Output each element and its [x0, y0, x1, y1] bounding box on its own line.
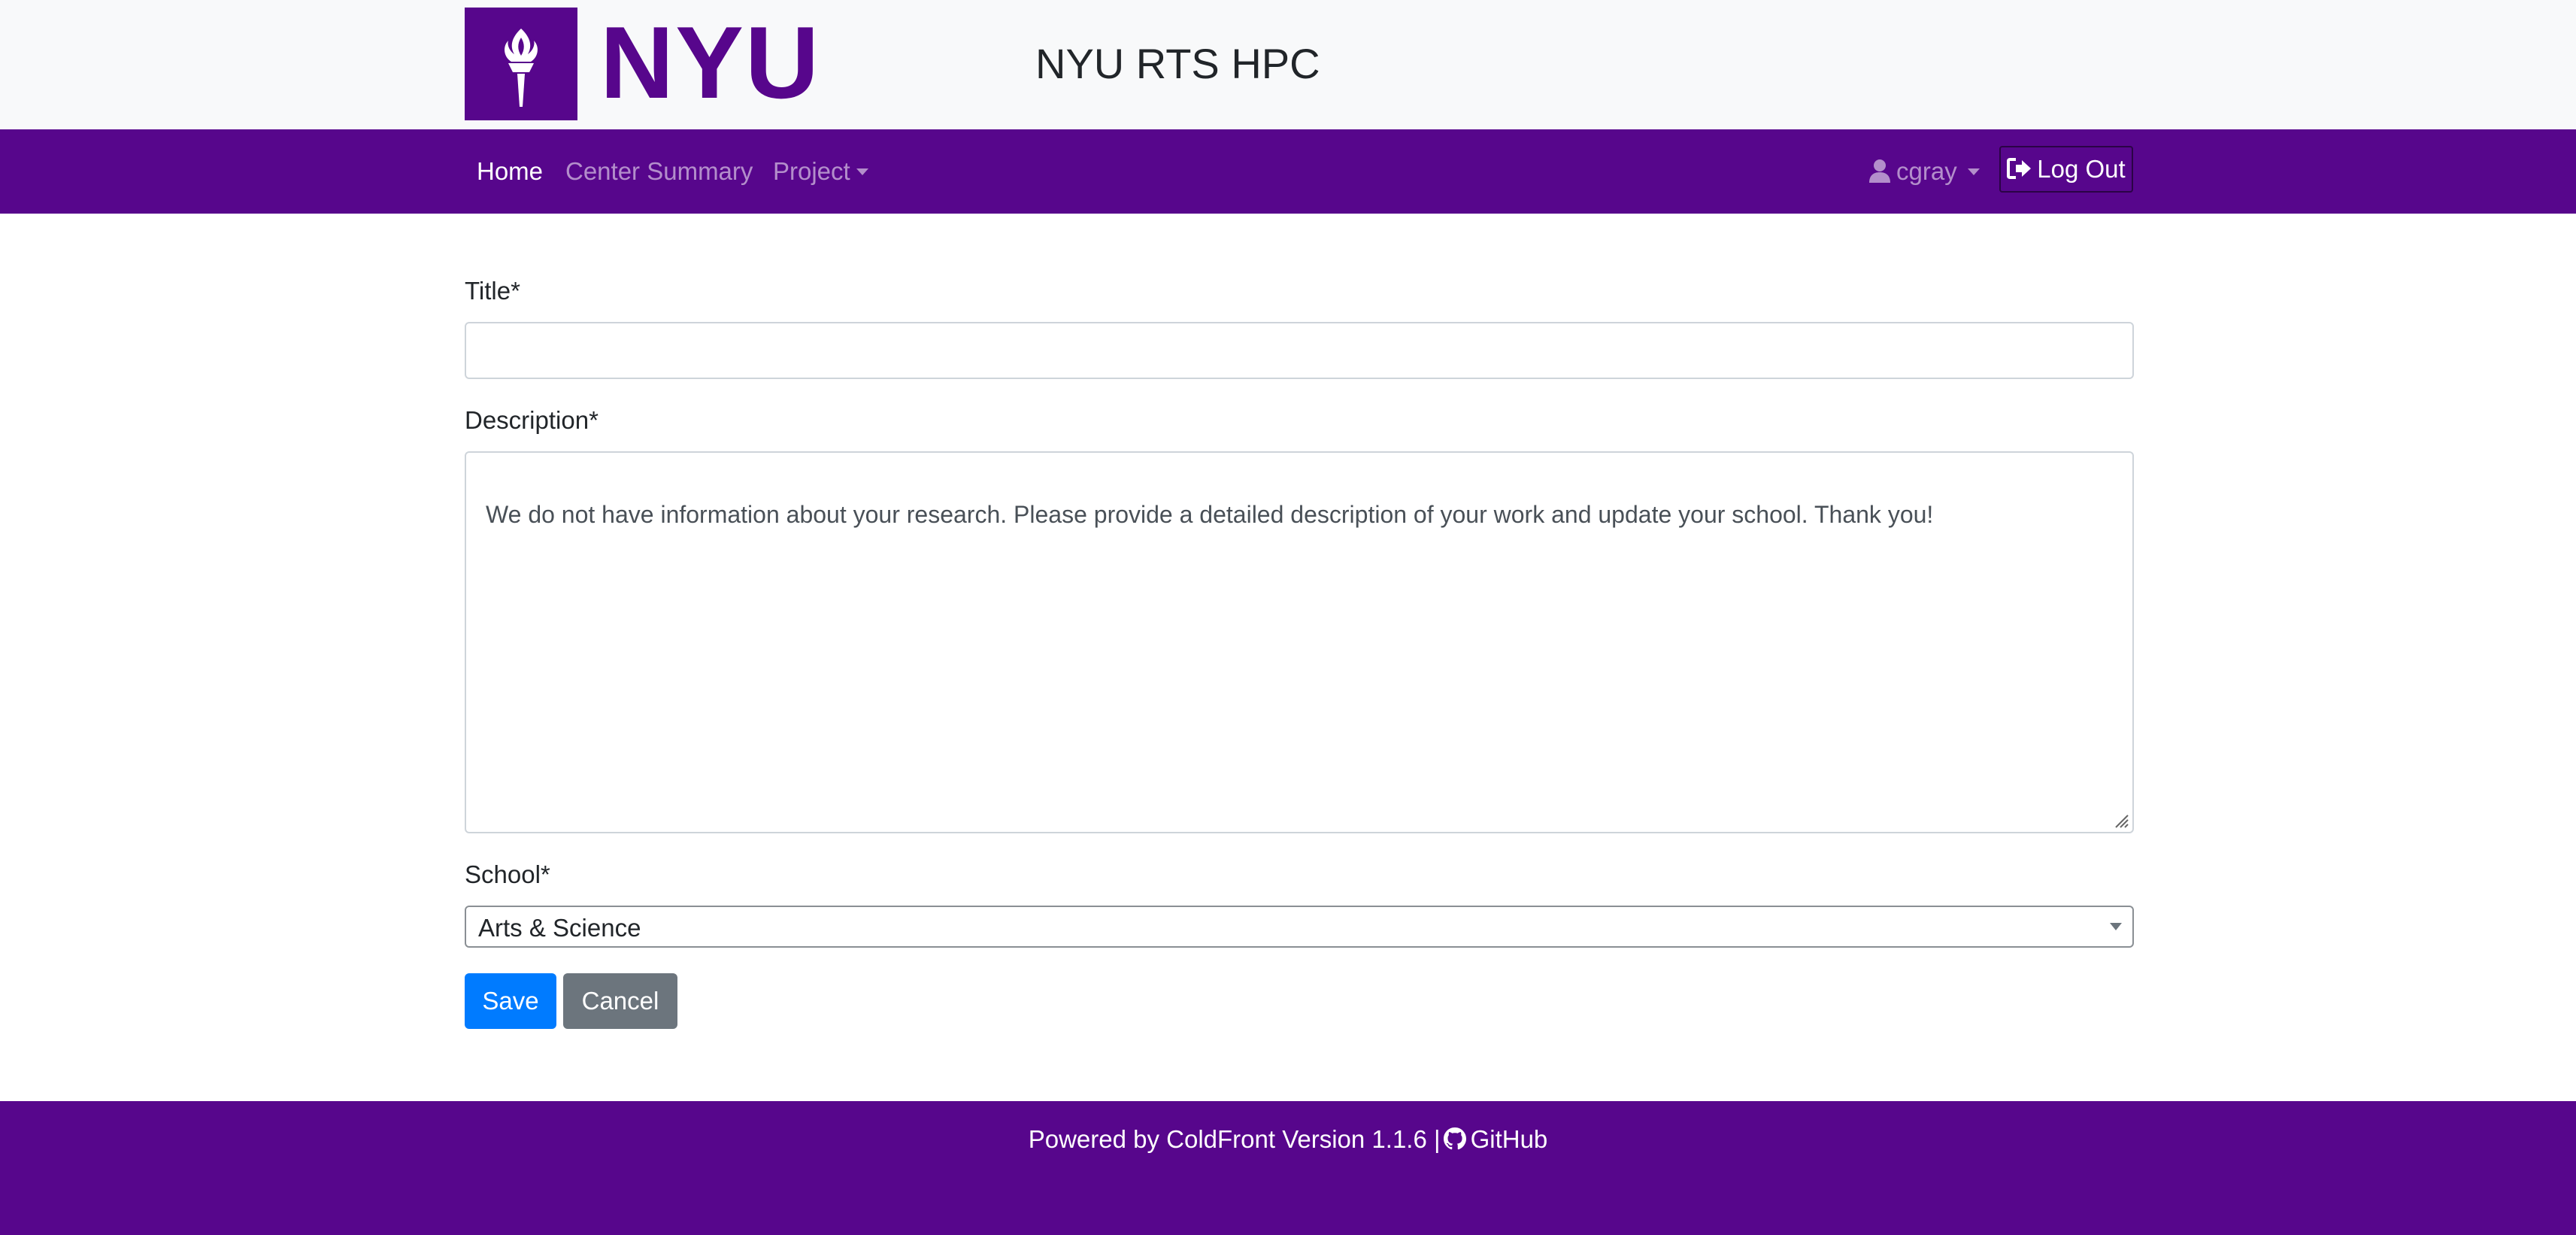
nav-project-dropdown[interactable]: Project: [773, 129, 868, 214]
logout-button[interactable]: Log Out: [1999, 146, 2133, 193]
github-link[interactable]: GitHub: [1471, 1125, 1548, 1153]
torch-icon: [505, 29, 538, 107]
cancel-button[interactable]: Cancel: [563, 973, 677, 1029]
user-menu-dropdown[interactable]: cgray: [1869, 129, 1980, 214]
description-text: We do not have information about your re…: [486, 501, 1934, 528]
nav-center-summary[interactable]: Center Summary: [565, 129, 753, 214]
chevron-down-icon: [1967, 168, 1980, 175]
school-label: School*: [465, 860, 550, 888]
github-icon: [1443, 1127, 1466, 1150]
nav-project-label: Project: [773, 157, 850, 185]
title-label: Title*: [465, 277, 520, 305]
chevron-down-icon: [2110, 923, 2122, 930]
logout-label: Log Out: [2037, 155, 2126, 183]
nyu-torch-logo[interactable]: [465, 8, 577, 120]
save-button[interactable]: Save: [465, 973, 556, 1029]
main-navbar: Home Center Summary Project cgray: [0, 129, 2576, 214]
nav-home[interactable]: Home: [477, 129, 543, 214]
sign-out-icon: [2007, 158, 2032, 180]
footer-text: Powered by ColdFront Version 1.1.6 | GitH…: [0, 1125, 2576, 1154]
powered-by-text: Powered by ColdFront Version 1.1.6 |: [1028, 1125, 1441, 1153]
description-textarea[interactable]: We do not have information about your re…: [465, 451, 2134, 833]
school-selected-value: Arts & Science: [478, 914, 641, 942]
description-label: Description*: [465, 406, 599, 434]
school-select[interactable]: Arts & Science: [465, 906, 2134, 948]
chevron-down-icon: [856, 168, 868, 175]
nyu-wordmark[interactable]: NYU: [600, 6, 820, 119]
resize-handle-icon[interactable]: [2111, 811, 2129, 829]
username-label: cgray: [1896, 157, 1957, 185]
page-footer: Powered by ColdFront Version 1.1.6 | GitH…: [0, 1101, 2576, 1235]
title-input[interactable]: [465, 322, 2134, 379]
brand-header: NYU NYU RTS HPC: [0, 0, 2576, 129]
user-icon: [1869, 159, 1890, 184]
site-title: NYU RTS HPC: [1035, 40, 1320, 87]
